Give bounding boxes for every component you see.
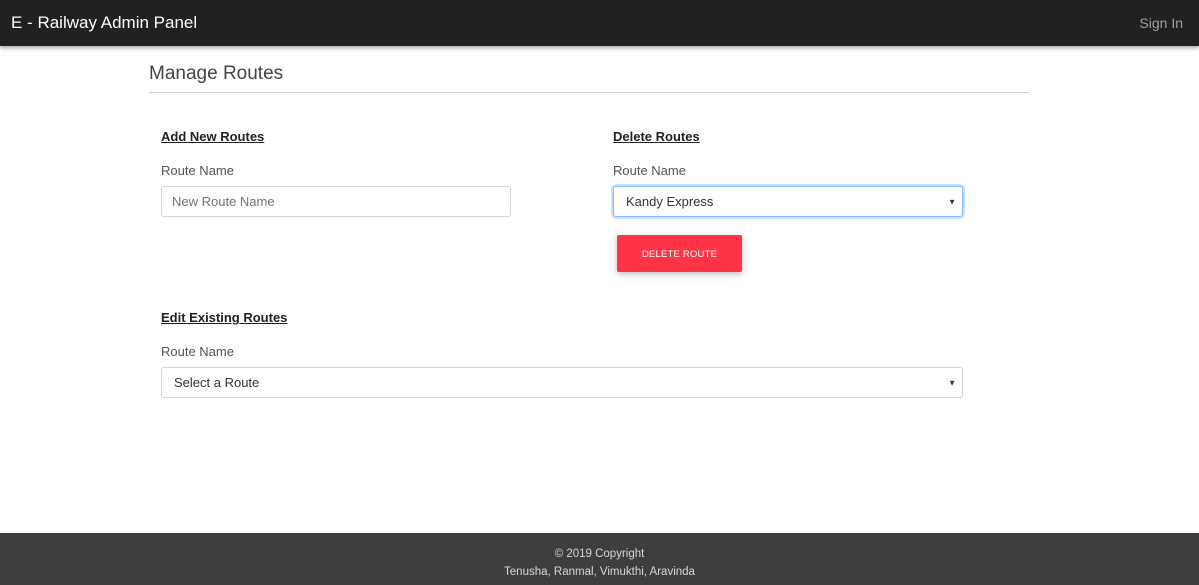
edit-route-name-label: Route Name	[161, 344, 234, 359]
edit-route-select[interactable]: Select a Route ▼	[161, 367, 963, 398]
top-navbar: E - Railway Admin Panel Sign In	[0, 0, 1199, 46]
footer-copyright: © 2019 Copyright	[554, 548, 645, 560]
delete-route-select[interactable]: Kandy Express ▼	[613, 186, 963, 217]
edit-routes-heading: Edit Existing Routes	[161, 310, 288, 325]
title-divider	[149, 92, 1029, 93]
add-route-name-label: Route Name	[161, 163, 234, 178]
footer-authors: Tenusha, Ranmal, Vimukthi, Aravinda	[504, 566, 695, 578]
page-title: Manage Routes	[149, 63, 284, 84]
delete-route-selected-value: Kandy Express	[626, 194, 714, 209]
delete-route-name-label: Route Name	[613, 163, 686, 178]
caret-down-icon: ▼	[948, 378, 956, 387]
delete-routes-heading: Delete Routes	[613, 129, 700, 144]
edit-route-selected-value: Select a Route	[174, 375, 260, 390]
brand-title[interactable]: E - Railway Admin Panel	[11, 13, 197, 33]
footer: © 2019 Copyright Tenusha, Ranmal, Vimukt…	[0, 533, 1199, 585]
delete-route-button[interactable]: DELETE ROUTE	[617, 235, 742, 272]
caret-down-icon: ▼	[948, 197, 956, 206]
new-route-name-input[interactable]	[161, 186, 511, 217]
sign-in-link[interactable]: Sign In	[1139, 15, 1183, 32]
add-routes-heading: Add New Routes	[161, 129, 265, 144]
